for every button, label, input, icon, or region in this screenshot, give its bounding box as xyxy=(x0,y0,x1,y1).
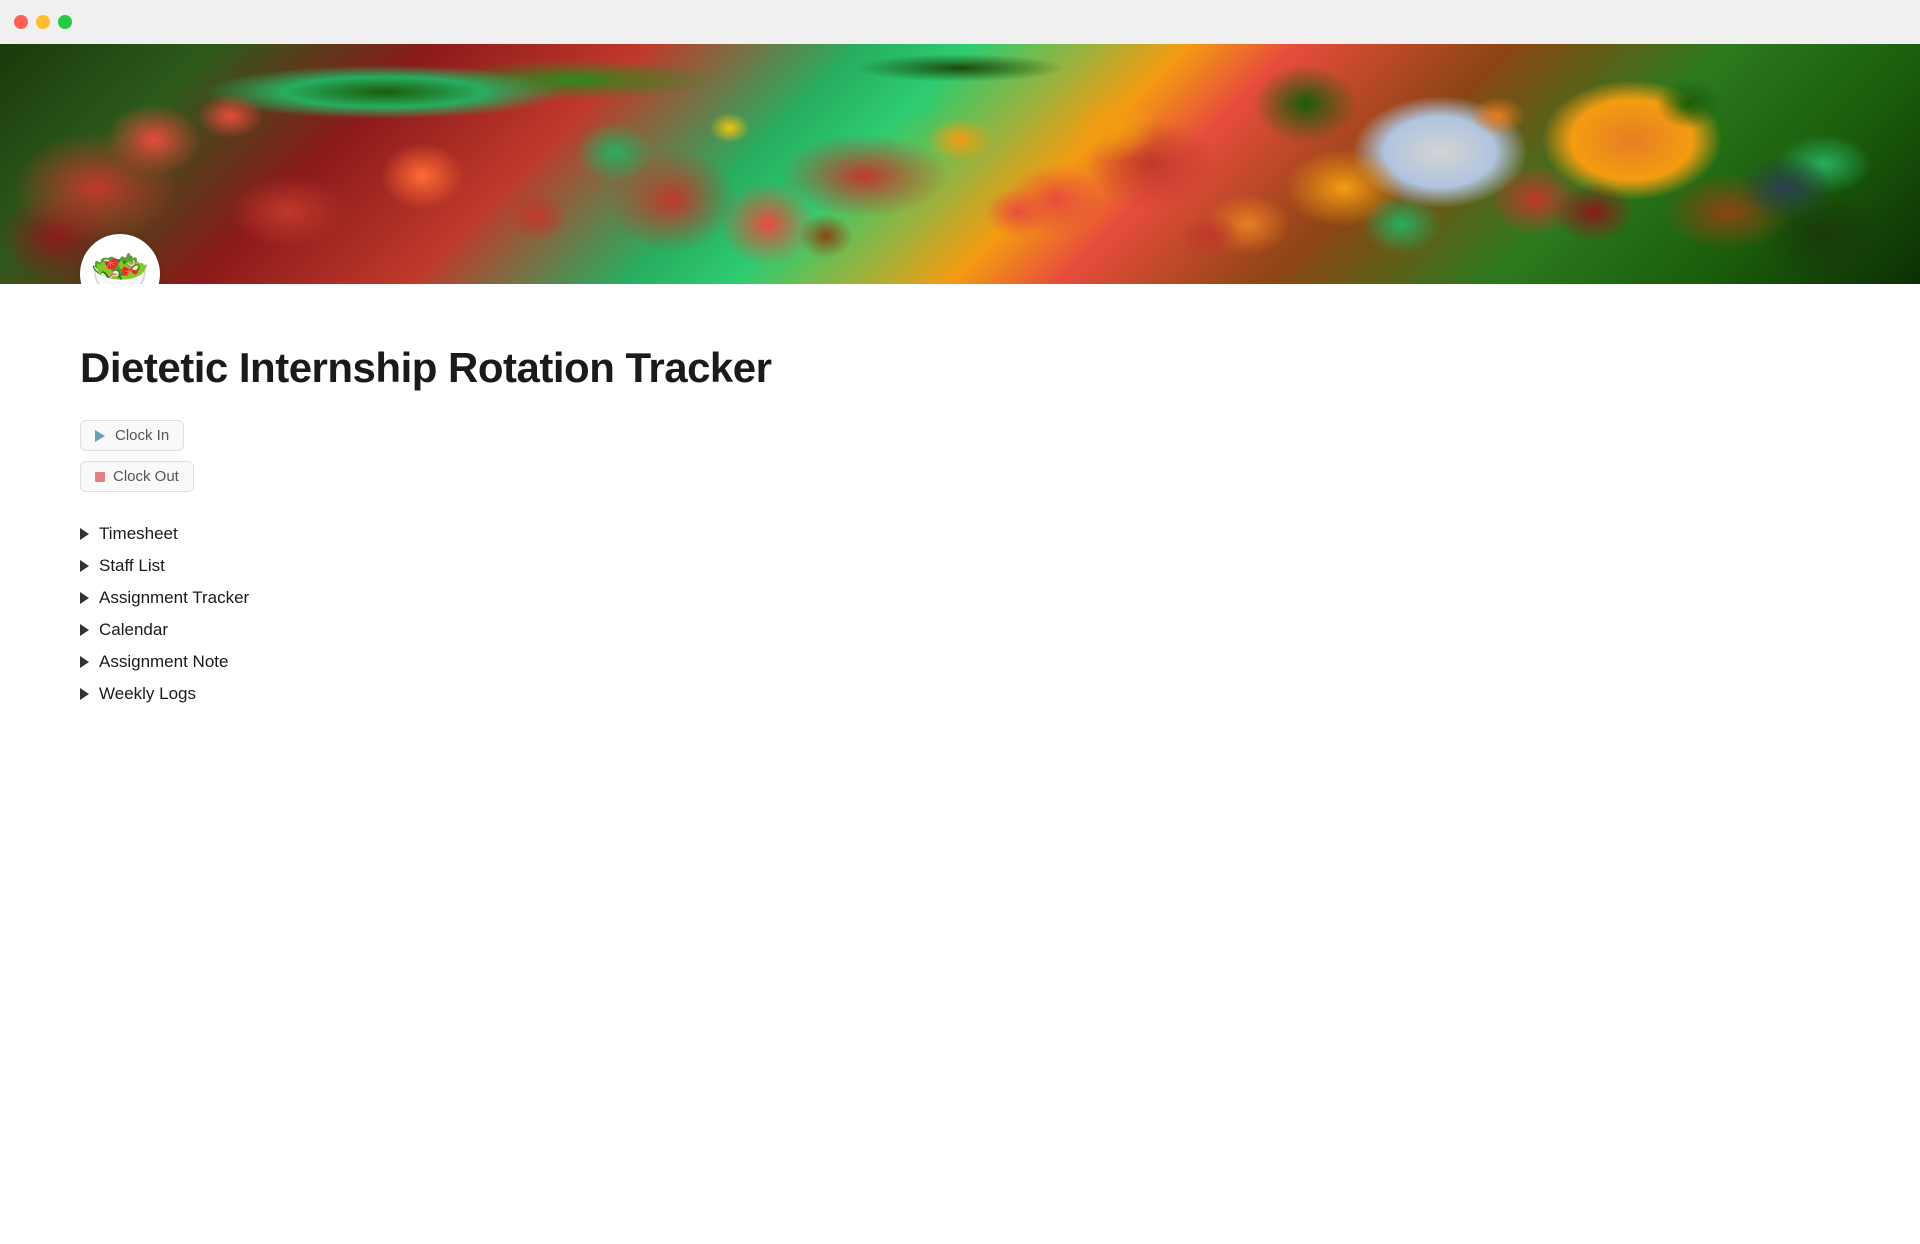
hero-banner: 🥗 xyxy=(0,44,1920,284)
arrow-icon-weekly-logs xyxy=(80,688,89,700)
nav-item-calendar[interactable]: Calendar xyxy=(80,616,1120,644)
content-area: Dietetic Internship Rotation Tracker Clo… xyxy=(0,284,1200,788)
nav-item-timesheet[interactable]: Timesheet xyxy=(80,520,1120,548)
nav-label-weekly-logs: Weekly Logs xyxy=(99,684,196,704)
nav-item-assignment-tracker[interactable]: Assignment Tracker xyxy=(80,584,1120,612)
play-icon xyxy=(95,430,107,442)
title-bar xyxy=(0,0,1920,44)
clock-out-button[interactable]: Clock Out xyxy=(80,461,194,492)
close-button[interactable] xyxy=(14,15,28,29)
nav-label-assignment-tracker: Assignment Tracker xyxy=(99,588,249,608)
arrow-icon-calendar xyxy=(80,624,89,636)
button-group: Clock In Clock Out xyxy=(80,420,1120,492)
page-title: Dietetic Internship Rotation Tracker xyxy=(80,344,1120,392)
nav-item-assignment-note[interactable]: Assignment Note xyxy=(80,648,1120,676)
maximize-button[interactable] xyxy=(58,15,72,29)
nav-label-assignment-note: Assignment Note xyxy=(99,652,228,672)
page-wrapper: 🥗 Dietetic Internship Rotation Tracker C… xyxy=(0,44,1920,788)
arrow-icon-timesheet xyxy=(80,528,89,540)
page-icon: 🥗 xyxy=(80,234,160,284)
nav-item-staff-list[interactable]: Staff List xyxy=(80,552,1120,580)
clock-in-label: Clock In xyxy=(115,427,169,444)
arrow-icon-assignment-note xyxy=(80,656,89,668)
nav-label-timesheet: Timesheet xyxy=(99,524,178,544)
nav-item-weekly-logs[interactable]: Weekly Logs xyxy=(80,680,1120,708)
nav-label-calendar: Calendar xyxy=(99,620,168,640)
clock-out-label: Clock Out xyxy=(113,468,179,485)
minimize-button[interactable] xyxy=(36,15,50,29)
clock-in-button[interactable]: Clock In xyxy=(80,420,184,451)
nav-list: Timesheet Staff List Assignment Tracker … xyxy=(80,520,1120,708)
arrow-icon-assignment-tracker xyxy=(80,592,89,604)
arrow-icon-staff-list xyxy=(80,560,89,572)
nav-label-staff-list: Staff List xyxy=(99,556,165,576)
stop-icon xyxy=(95,472,105,482)
